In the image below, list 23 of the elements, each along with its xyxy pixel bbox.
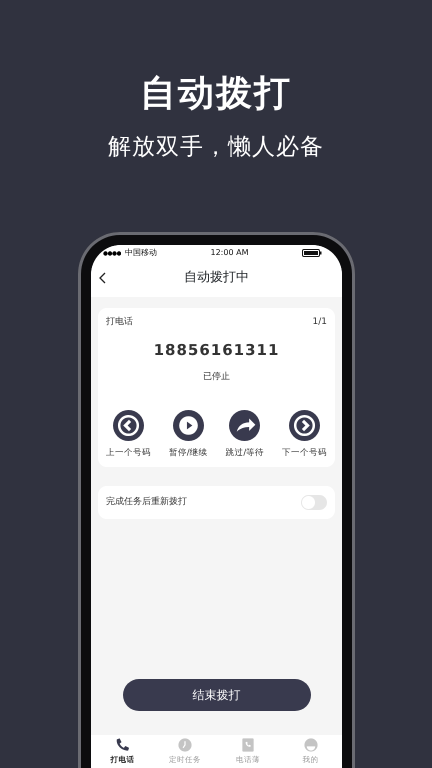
right-chevron-icon: [289, 410, 320, 440]
carrier: 中国移动: [125, 247, 157, 259]
control-button[interactable]: 暂停/继续: [168, 410, 208, 460]
headline: 自动拨打: [140, 73, 292, 114]
control-button[interactable]: 跳过/等待: [225, 410, 264, 460]
redial-label: 完成任务后重新拨打: [106, 496, 187, 509]
toggle-switch[interactable]: [301, 495, 327, 510]
control-button[interactable]: 上一个号码: [106, 410, 151, 460]
call-status: 已停止: [203, 372, 230, 382]
play-icon: [172, 410, 204, 440]
call-counter: 1/1: [312, 316, 327, 329]
status-time: 12:00 AM: [210, 247, 248, 259]
subtitle: 解放双手，懒人必备: [108, 134, 324, 160]
battery-icon: [302, 249, 322, 257]
back-icon[interactable]: [99, 272, 106, 284]
end-call-button[interactable]: 结束拨打: [122, 679, 310, 711]
screen-title: 自动拨打中: [184, 270, 249, 286]
phone-icon: [114, 737, 130, 754]
left-chevron-icon: [113, 410, 144, 440]
signal-icon: [103, 250, 121, 256]
phone-number: 18856161311: [154, 340, 280, 358]
card-label: 打电话: [106, 316, 133, 329]
control-button[interactable]: 下一个号码: [282, 410, 327, 460]
